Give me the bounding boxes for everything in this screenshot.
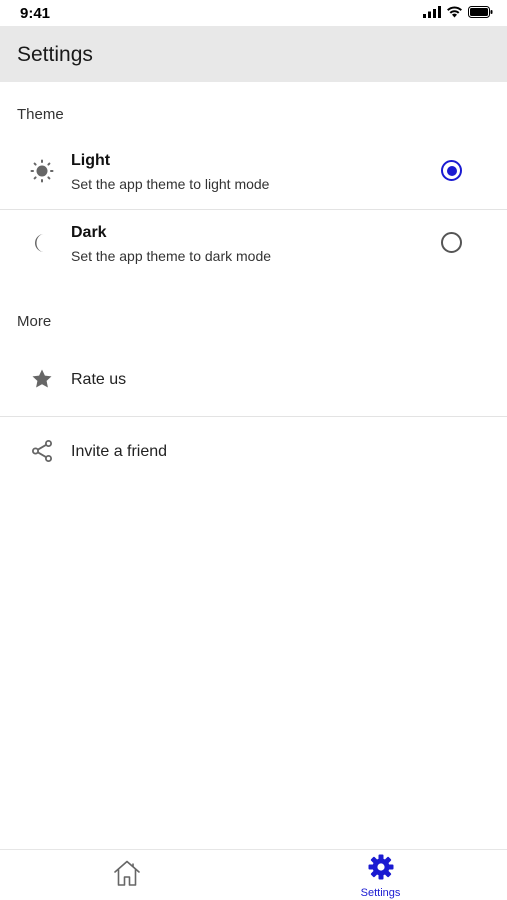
nav-settings-label: Settings (360, 886, 401, 899)
nav-home[interactable] (0, 850, 253, 900)
theme-option-subtitle: Set the app theme to dark mode (71, 248, 272, 264)
nav-settings[interactable]: Settings (254, 850, 507, 900)
radio-selected-dot (446, 165, 457, 176)
signal-icon (423, 5, 441, 23)
wifi-icon (446, 5, 463, 23)
bottom-nav: Settings (0, 849, 507, 900)
app-header: Settings (0, 26, 507, 82)
radio-dark[interactable] (441, 232, 462, 253)
page-title: Settings (17, 43, 93, 66)
invite-friend-label: Invite a friend (71, 443, 168, 460)
invite-friend-item[interactable]: Invite a friend (0, 416, 507, 488)
status-time: 9:41 (20, 5, 51, 22)
gear-icon (367, 853, 395, 886)
status-icons (423, 5, 493, 23)
rate-us-label: Rate us (71, 371, 127, 388)
theme-option-dark[interactable]: Dark Set the app theme to dark mode (0, 208, 507, 280)
share-icon (29, 438, 55, 464)
moon-icon (29, 230, 55, 256)
status-bar: 9:41 (0, 0, 507, 26)
theme-option-light[interactable]: Light Set the app theme to light mode (0, 136, 507, 208)
radio-light[interactable] (441, 160, 462, 181)
section-label-theme: Theme (17, 106, 64, 123)
rate-us-item[interactable]: Rate us (0, 344, 507, 416)
theme-option-subtitle: Set the app theme to light mode (71, 176, 270, 192)
section-label-more: More (17, 313, 52, 330)
battery-icon (468, 5, 493, 23)
home-icon (112, 859, 142, 892)
theme-option-title: Dark (71, 224, 107, 241)
sun-icon (29, 158, 55, 184)
theme-option-title: Light (71, 152, 111, 169)
star-icon (29, 366, 55, 392)
